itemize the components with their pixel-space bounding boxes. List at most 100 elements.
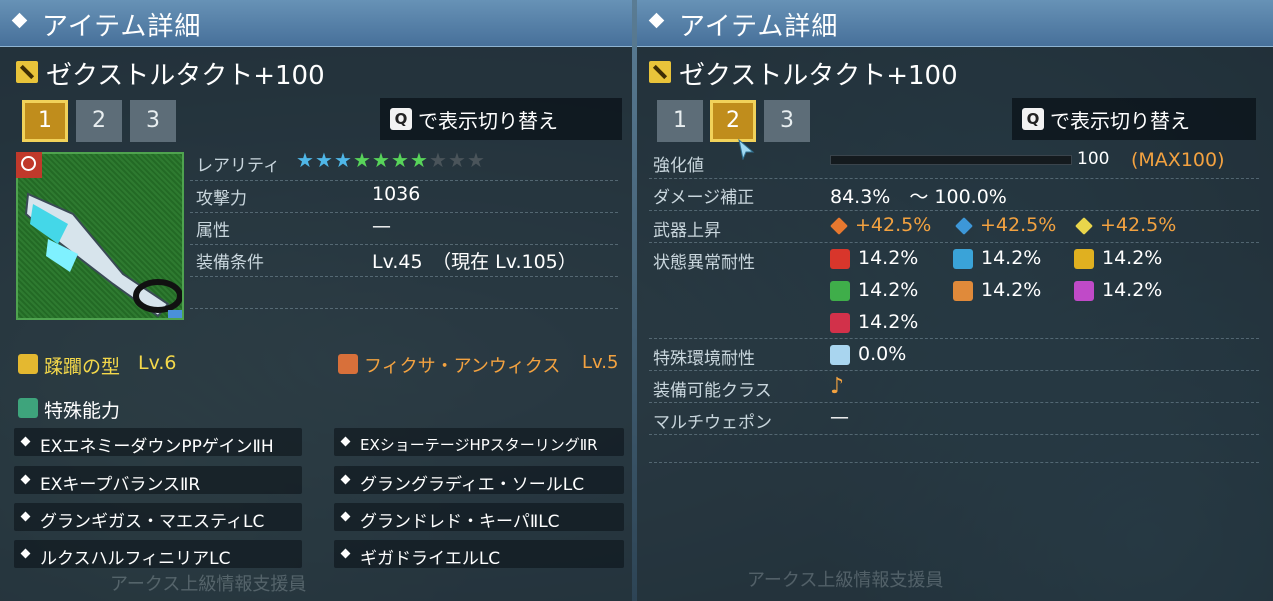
divider [190, 212, 618, 214]
virus-icon [1074, 281, 1094, 301]
weapon-up-melee: +42.5% [855, 214, 932, 236]
requirement-label: 装備条件 [196, 253, 264, 273]
ability-item: グランドレド・キーパⅡLC [334, 503, 624, 532]
affix-icon [338, 354, 358, 374]
rarity-star-filled-icon: ★ [372, 148, 390, 172]
mirage-icon [830, 313, 850, 333]
damage-value: 84.3% ～ 100.0% [830, 186, 1007, 208]
tab-3[interactable]: 3 [130, 100, 176, 142]
multi-weapon-value: — [830, 406, 849, 428]
panel-title: アイテム詳細 [679, 12, 839, 42]
env-resist-label: 特殊環境耐性 [653, 349, 755, 369]
affix-name: フィクサ・アンウィクス [364, 356, 561, 377]
special-ability-label: 特殊能力 [44, 400, 121, 422]
gun-icon [955, 217, 973, 235]
q-key-icon: Q [390, 108, 412, 130]
bullet-icon [340, 436, 351, 447]
enhance-value: 100 [1077, 149, 1110, 169]
tab-3[interactable]: 3 [764, 100, 810, 142]
shock-icon [1074, 249, 1094, 269]
ability-item: ギガドライエルLC [334, 540, 624, 569]
divider [190, 244, 618, 246]
wand-category-icon [16, 61, 38, 83]
toggle-text: で表示切り替え [1050, 109, 1190, 133]
rarity-star-filled-icon: ★ [296, 148, 314, 172]
status-resist-value: 14.2% [1102, 279, 1163, 301]
cursor-icon [738, 138, 755, 160]
ability-item: EXショーテージHPスターリングⅡR [334, 428, 624, 456]
divider [649, 178, 1259, 180]
music-note-icon: ♪ [830, 374, 845, 399]
divider [649, 210, 1259, 212]
panel-header: アイテム詳細 [637, 0, 1273, 47]
weapon-up-tech: +42.5% [1100, 214, 1177, 236]
divider [190, 308, 618, 310]
rarity-star-empty-icon: ★ [448, 148, 466, 172]
status-resist-value: 14.2% [981, 247, 1042, 269]
ability-item: EXエネミーダウンPPゲインⅡH [14, 428, 302, 457]
toggle-display-hint[interactable]: Q で表示切り替え [380, 98, 622, 140]
sword-icon [830, 217, 848, 235]
divider [190, 180, 618, 182]
tab-1[interactable]: 1 [22, 100, 68, 142]
rarity-star-empty-icon: ★ [467, 148, 485, 172]
ability-item: グランギガス・マエスティLC [14, 503, 302, 532]
divider [190, 276, 618, 278]
weapon-image [16, 152, 184, 320]
equip-class-label: 装備可能クラス [653, 381, 772, 401]
status-resist-value: 14.2% [858, 247, 919, 269]
divider [649, 338, 1259, 340]
freeze-icon [953, 249, 973, 269]
env-resist-value: 0.0% [858, 343, 907, 365]
status-resist-value: 14.2% [858, 279, 919, 301]
item-name: ゼクストルタクト+100 [679, 61, 958, 91]
rarity-star-filled-icon: ★ [391, 148, 409, 172]
bullet-icon [20, 511, 31, 522]
damage-label: ダメージ補正 [653, 188, 755, 208]
status-resist-value: 14.2% [981, 279, 1042, 301]
rarity-star-filled-icon: ★ [353, 148, 371, 172]
enhance-label: 強化値 [653, 156, 704, 176]
item-name: ゼクストルタクト+100 [46, 61, 325, 91]
wand-illustration [24, 192, 182, 318]
rarity-star-filled-icon: ★ [334, 148, 352, 172]
rarity-star-filled-icon: ★ [315, 148, 333, 172]
bullet-icon [20, 436, 31, 447]
poison-icon [830, 281, 850, 301]
rarity-label: レアリティ [196, 156, 280, 176]
ability-item: EXキープバランスⅡR [14, 466, 302, 495]
tab-2[interactable]: 2 [710, 100, 756, 142]
attack-label: 攻撃力 [196, 189, 247, 209]
bullet-icon [340, 474, 351, 485]
element-value: — [372, 215, 391, 237]
ability-item: ルクスハルフィニリアLC [14, 540, 302, 569]
toggle-display-hint[interactable]: Q で表示切り替え [1012, 98, 1256, 140]
tab-2[interactable]: 2 [76, 100, 122, 142]
bullet-icon [20, 548, 31, 559]
header-diamond-icon [648, 12, 665, 29]
special-ability-icon [18, 398, 38, 418]
bullet-icon [340, 511, 351, 522]
divider [649, 434, 1259, 436]
rarity-star-empty-icon: ★ [429, 148, 447, 172]
rarity-star-filled-icon: ★ [410, 148, 428, 172]
requirement-value: Lv.45 （現在 Lv.105） [372, 251, 577, 273]
wand-icon [1075, 217, 1093, 235]
bullet-icon [340, 548, 351, 559]
panic-icon [953, 281, 973, 301]
wand-category-icon [649, 61, 671, 83]
snow-icon [830, 345, 850, 365]
toggle-text: で表示切り替え [418, 109, 558, 133]
burn-icon [830, 249, 850, 269]
panel-title: アイテム詳細 [42, 12, 202, 42]
tab-1[interactable]: 1 [657, 100, 703, 142]
status-resist-label: 状態異常耐性 [653, 253, 755, 273]
element-label: 属性 [196, 221, 230, 241]
weapon-up-label: 武器上昇 [653, 221, 721, 241]
enhance-max: (MAX100) [1131, 149, 1225, 171]
potential-icon [18, 354, 38, 374]
item-detail-panel-1: アイテム詳細 ゼクストルタクト+100 1 2 3 Q で表示切り替え レアリテ… [0, 0, 632, 601]
potential-level: Lv.6 [138, 352, 177, 374]
divider [649, 370, 1259, 372]
enhance-bar [830, 155, 1072, 165]
